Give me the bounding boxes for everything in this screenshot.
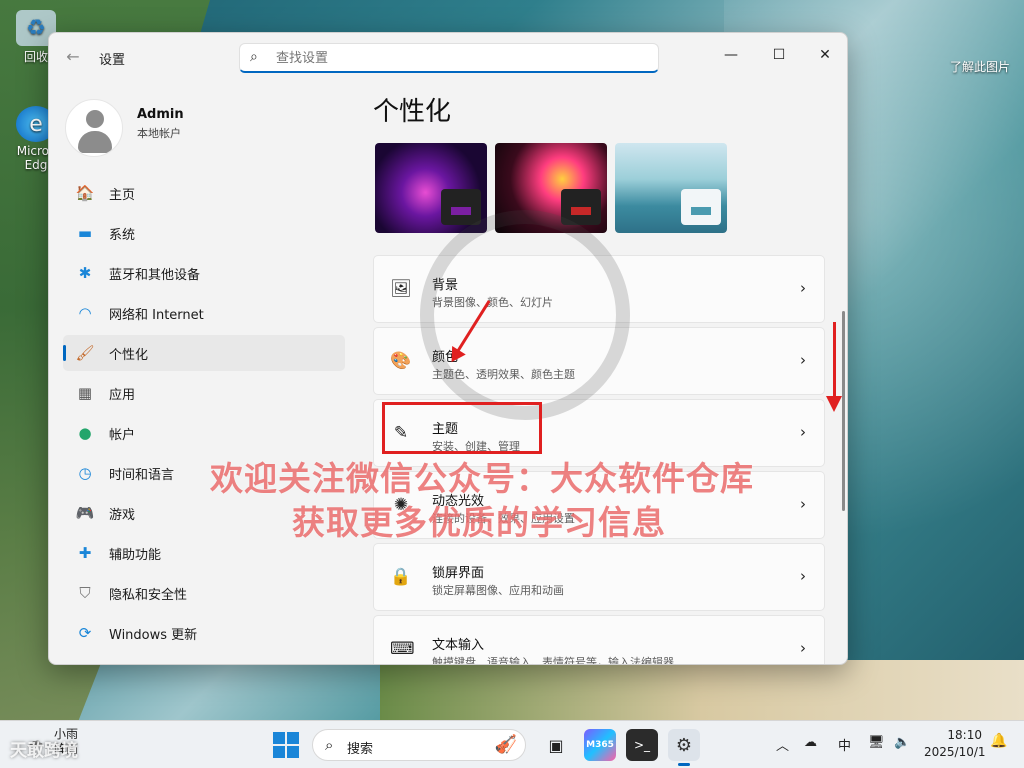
sidebar-item-label: 个性化 <box>109 347 149 363</box>
search-input[interactable] <box>276 48 646 68</box>
sidebar-item-label: 隐私和安全性 <box>109 587 188 603</box>
volume-icon[interactable]: 🔈 <box>894 735 910 750</box>
network-icon[interactable]: 🖥 <box>868 735 885 750</box>
settings-gear-icon[interactable]: ⚙ <box>668 729 700 766</box>
card-subtitle: 锁定屏幕图像、应用和动画 <box>432 584 564 597</box>
annotation-arrow-icon <box>826 322 842 412</box>
card-subtitle: 触摸键盘、语音输入、表情符号等，输入法编辑器 <box>432 656 674 665</box>
sidebar-item-label: 游戏 <box>109 507 136 523</box>
back-button[interactable]: ← <box>63 47 83 67</box>
ime-indicator[interactable]: 中 <box>838 735 851 754</box>
title-bar: ← 设置 ⌕ — ☐ ✕ <box>49 33 847 81</box>
minimize-button[interactable]: — <box>709 41 753 69</box>
theme-thumbnail[interactable] <box>375 143 487 233</box>
update-icon: ⟳ <box>78 624 92 642</box>
account-icon: ● <box>78 424 92 442</box>
chevron-right-icon: › <box>800 495 806 513</box>
chevron-right-icon: › <box>800 567 806 585</box>
desktop-wallpaper-beach <box>380 660 1024 720</box>
lock-screen-icon: 🔒 <box>390 567 412 587</box>
bluetooth-icon: ✱ <box>78 264 92 282</box>
watermark-seal <box>420 210 630 420</box>
search-icon: ⌕ <box>250 49 258 65</box>
sidebar-item-system[interactable]: ▬ 系统 <box>63 215 345 251</box>
sidebar-item-network[interactable]: ◠ 网络和 Internet <box>63 295 345 331</box>
search-icon: ⌕ <box>325 736 334 754</box>
card-text-input[interactable]: ⌨ 文本输入 触摸键盘、语音输入、表情符号等，输入法编辑器 › <box>373 615 825 665</box>
brand-watermark: 天敢跨境 <box>10 741 78 761</box>
sidebar-item-label: 蓝牙和其他设备 <box>109 267 201 283</box>
card-title: 锁屏界面 <box>432 566 485 581</box>
profile-name: Admin <box>137 107 184 122</box>
clock-time: 18:10 <box>947 728 982 742</box>
clock-globe-icon: ◷ <box>78 464 92 482</box>
desktop-icon-label: 了解此图片 <box>950 60 1011 74</box>
sidebar-item-label: 时间和语言 <box>109 467 175 483</box>
sidebar-item-label: 帐户 <box>109 427 136 443</box>
avatar <box>65 99 123 157</box>
sidebar-item-label: Windows 更新 <box>109 627 198 643</box>
taskbar-clock[interactable]: 18:10 2025/10/1 <box>924 727 986 761</box>
gamepad-icon: 🎮 <box>75 504 95 522</box>
home-icon: 🏠 <box>75 184 95 202</box>
sidebar-item-home[interactable]: 🏠 主页 <box>63 175 345 211</box>
desktop-icon-label: 回收 <box>23 50 48 64</box>
task-view-icon[interactable]: ▣ <box>540 729 572 761</box>
sidebar-item-apps[interactable]: ▦ 应用 <box>63 375 345 411</box>
sidebar-item-label: 主页 <box>109 187 136 203</box>
taskbar-search-label: 搜索 <box>347 742 374 757</box>
sidebar-item-accounts[interactable]: ● 帐户 <box>63 415 345 451</box>
terminal-icon[interactable]: >_ <box>626 729 658 761</box>
chevron-right-icon: › <box>800 351 806 369</box>
notification-bell-icon[interactable]: 🔔 <box>990 733 1007 749</box>
sidebar-item-label: 应用 <box>109 387 136 403</box>
sidebar-item-privacy[interactable]: ⛉ 隐私和安全性 <box>63 575 345 611</box>
shield-icon: ⛉ <box>79 584 91 602</box>
page-title: 个性化 <box>373 97 452 127</box>
palette-icon: 🎨 <box>390 351 412 371</box>
accessibility-icon: ✚ <box>78 544 92 562</box>
clock-date: 2025/10/1 <box>924 745 986 759</box>
brush-icon: 🖌 <box>75 344 95 362</box>
desktop-picture-info[interactable]: 了解此图片 <box>950 58 1010 75</box>
sidebar-item-label: 网络和 Internet <box>109 307 204 323</box>
chevron-right-icon: › <box>800 423 806 441</box>
picture-icon: 🖼 <box>390 279 412 299</box>
display-icon: ▬ <box>77 224 93 242</box>
sidebar-item-bluetooth[interactable]: ✱ 蓝牙和其他设备 <box>63 255 345 291</box>
user-profile[interactable]: Admin 本地帐户 <box>65 99 365 159</box>
sidebar-item-windows-update[interactable]: ⟳ Windows 更新 <box>63 615 345 651</box>
sidebar-nav: 🏠 主页 ▬ 系统 ✱ 蓝牙和其他设备 ◠ 网络和 Internet 🖌 个性化 ▦ 应用 … <box>63 175 345 655</box>
taskbar: ☁ 小雨 阵雨 天敢跨境 ⌕ 搜索 🎻 ▣ M365 >_ ⚙ ︿ ☁ 中 🖥 … <box>0 720 1024 768</box>
settings-search[interactable]: ⌕ <box>239 43 659 73</box>
watermark-text: 获取更多优质的学习信息 <box>292 503 666 542</box>
onedrive-icon[interactable]: ☁ <box>804 735 817 750</box>
theme-thumbnail[interactable] <box>615 143 727 233</box>
taskbar-search[interactable]: ⌕ 搜索 🎻 <box>312 729 526 761</box>
app-title: 设置 <box>99 53 126 68</box>
profile-account-type: 本地帐户 <box>137 127 181 140</box>
start-button[interactable] <box>272 731 300 759</box>
maximize-button[interactable]: ☐ <box>757 41 801 69</box>
wifi-icon: ◠ <box>78 304 92 322</box>
tray-overflow-icon[interactable]: ︿ <box>776 735 789 754</box>
watermark-text: 欢迎关注微信公众号：大众软件仓库 <box>210 459 754 498</box>
keyboard-icon: ⌨ <box>390 639 415 659</box>
scrollbar[interactable] <box>842 311 845 511</box>
card-lock-screen[interactable]: 🔒 锁屏界面 锁定屏幕图像、应用和动画 › <box>373 543 825 611</box>
annotation-highlight-box <box>382 402 542 454</box>
sidebar-item-label: 系统 <box>109 227 136 243</box>
card-title: 文本输入 <box>432 638 485 653</box>
m365-copilot-icon[interactable]: M365 <box>584 729 616 761</box>
chevron-right-icon: › <box>800 639 806 657</box>
sidebar-item-personalization[interactable]: 🖌 个性化 <box>63 335 345 371</box>
close-button[interactable]: ✕ <box>803 41 847 69</box>
chevron-right-icon: › <box>800 279 806 297</box>
search-highlight-icon: 🎻 <box>494 734 517 755</box>
apps-icon: ▦ <box>77 384 93 402</box>
sidebar-item-label: 辅助功能 <box>109 547 162 563</box>
